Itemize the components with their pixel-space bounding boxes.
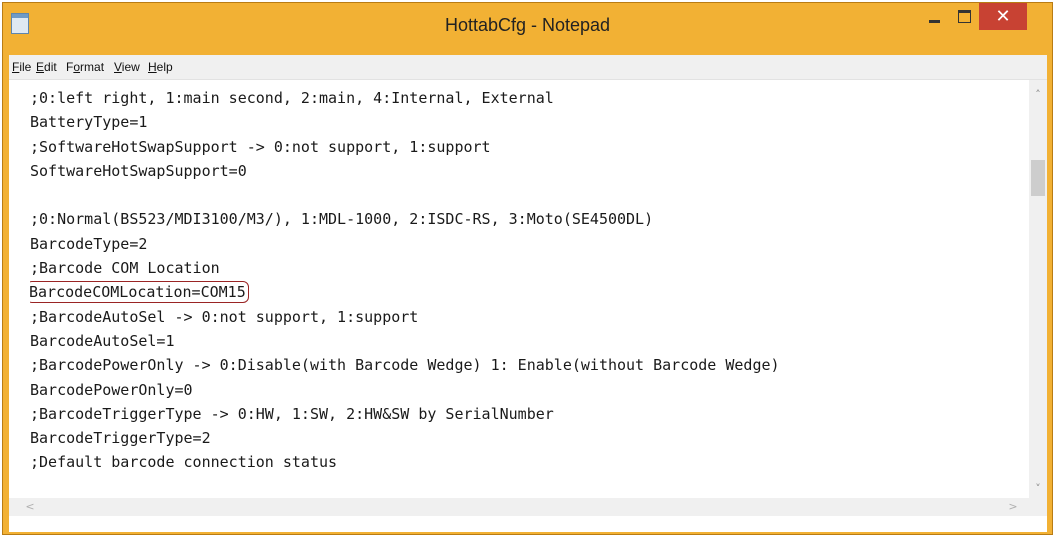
line-content: BarcodePowerOnly=0 (30, 380, 193, 399)
text-line: ;Barcode COM Location (30, 256, 1020, 280)
menu-bar: File Edit Format View Help (9, 55, 1047, 80)
text-line: SoftwareHotSwapSupport=0 (30, 159, 1020, 183)
text-line: BarcodeCOMLocation=COM15 (30, 280, 1020, 304)
scroll-left-icon[interactable]: < (21, 498, 39, 516)
maximize-button[interactable] (949, 3, 979, 30)
line-content: ;0:left right, 1:main second, 2:main, 4:… (30, 89, 554, 107)
vertical-scroll-thumb[interactable] (1031, 160, 1045, 196)
text-line: BarcodeType=2 (30, 232, 1020, 256)
line-content: ;0:Normal(BS523/MDI3100/M3/), 1:MDL-1000… (30, 210, 654, 229)
line-content: BarcodeAutoSel=1 (30, 331, 175, 350)
line-content: ;Default barcode connection status (30, 453, 338, 472)
horizontal-scrollbar[interactable]: < > (9, 498, 1029, 516)
close-button[interactable]: ✕ (979, 3, 1027, 30)
notepad-window: HottabCfg - Notepad ✕ File Edit Format V… (2, 2, 1053, 535)
text-line: ;SoftwareHotSwapSupport -> 0:not support… (30, 135, 1020, 159)
text-line: ;BarcodeTriggerType -> 0:HW, 1:SW, 2:HW&… (30, 402, 1020, 426)
text-line: ;Default barcode connection status (30, 450, 1020, 474)
text-line: BatteryType=1 (30, 110, 1020, 134)
line-content: ;SoftwareHotSwapSupport -> 0:not support… (30, 137, 491, 156)
text-line: ;BarcodePowerOnly -> 0:Disable(with Barc… (30, 353, 1020, 377)
text-line (30, 183, 1020, 207)
text-line: ;0:Normal(BS523/MDI3100/M3/), 1:MDL-1000… (30, 207, 1020, 231)
vertical-scrollbar[interactable]: ˄ ˅ (1029, 80, 1047, 498)
line-content: ;BarcodeAutoSel -> 0:not support, 1:supp… (30, 307, 419, 326)
menu-format[interactable]: Format (66, 60, 104, 74)
text-line: ;BarcodeAutoSel -> 0:not support, 1:supp… (30, 305, 1020, 329)
text-line: BarcodeTriggerType=2 (30, 426, 1020, 450)
line-content: BatteryType=1 (30, 113, 148, 132)
text-line: ;0:left right, 1:main second, 2:main, 4:… (30, 86, 1020, 110)
scroll-down-icon[interactable]: ˅ (1029, 480, 1047, 498)
text-line: BarcodePowerOnly=0 (30, 378, 1020, 402)
line-content: BarcodeType=2 (30, 234, 148, 253)
scroll-right-icon[interactable]: > (1004, 498, 1022, 516)
window-title: HottabCfg - Notepad (444, 15, 611, 35)
maximize-icon (957, 10, 971, 23)
menu-view[interactable]: View (114, 60, 140, 74)
menu-file[interactable]: File (12, 60, 31, 74)
line-content: ;BarcodeTriggerType -> 0:HW, 1:SW, 2:HW&… (30, 404, 554, 423)
line-content: ;Barcode COM Location (30, 259, 220, 278)
menu-help[interactable]: Help (148, 60, 173, 74)
scroll-up-icon[interactable]: ˄ (1029, 86, 1047, 104)
document-text[interactable]: ;0:left right, 1:main second, 2:main, 4:… (30, 86, 1020, 496)
text-editor[interactable]: ;0:left right, 1:main second, 2:main, 4:… (9, 80, 1047, 532)
minimize-icon (928, 19, 940, 23)
close-icon: ✕ (995, 6, 1011, 27)
menu-edit[interactable]: Edit (36, 60, 57, 74)
line-content: ;BarcodePowerOnly -> 0:Disable(with Barc… (30, 356, 780, 375)
title-bar[interactable]: HottabCfg - Notepad ✕ (3, 3, 1052, 50)
line-content: BarcodeTriggerType=2 (30, 429, 211, 448)
minimize-button[interactable] (919, 3, 949, 30)
scrollbar-corner (1029, 498, 1047, 516)
text-line: BarcodeAutoSel=1 (30, 329, 1020, 353)
highlighted-setting: BarcodeCOMLocation=COM15 (30, 281, 249, 304)
line-content: SoftwareHotSwapSupport=0 (30, 161, 247, 180)
